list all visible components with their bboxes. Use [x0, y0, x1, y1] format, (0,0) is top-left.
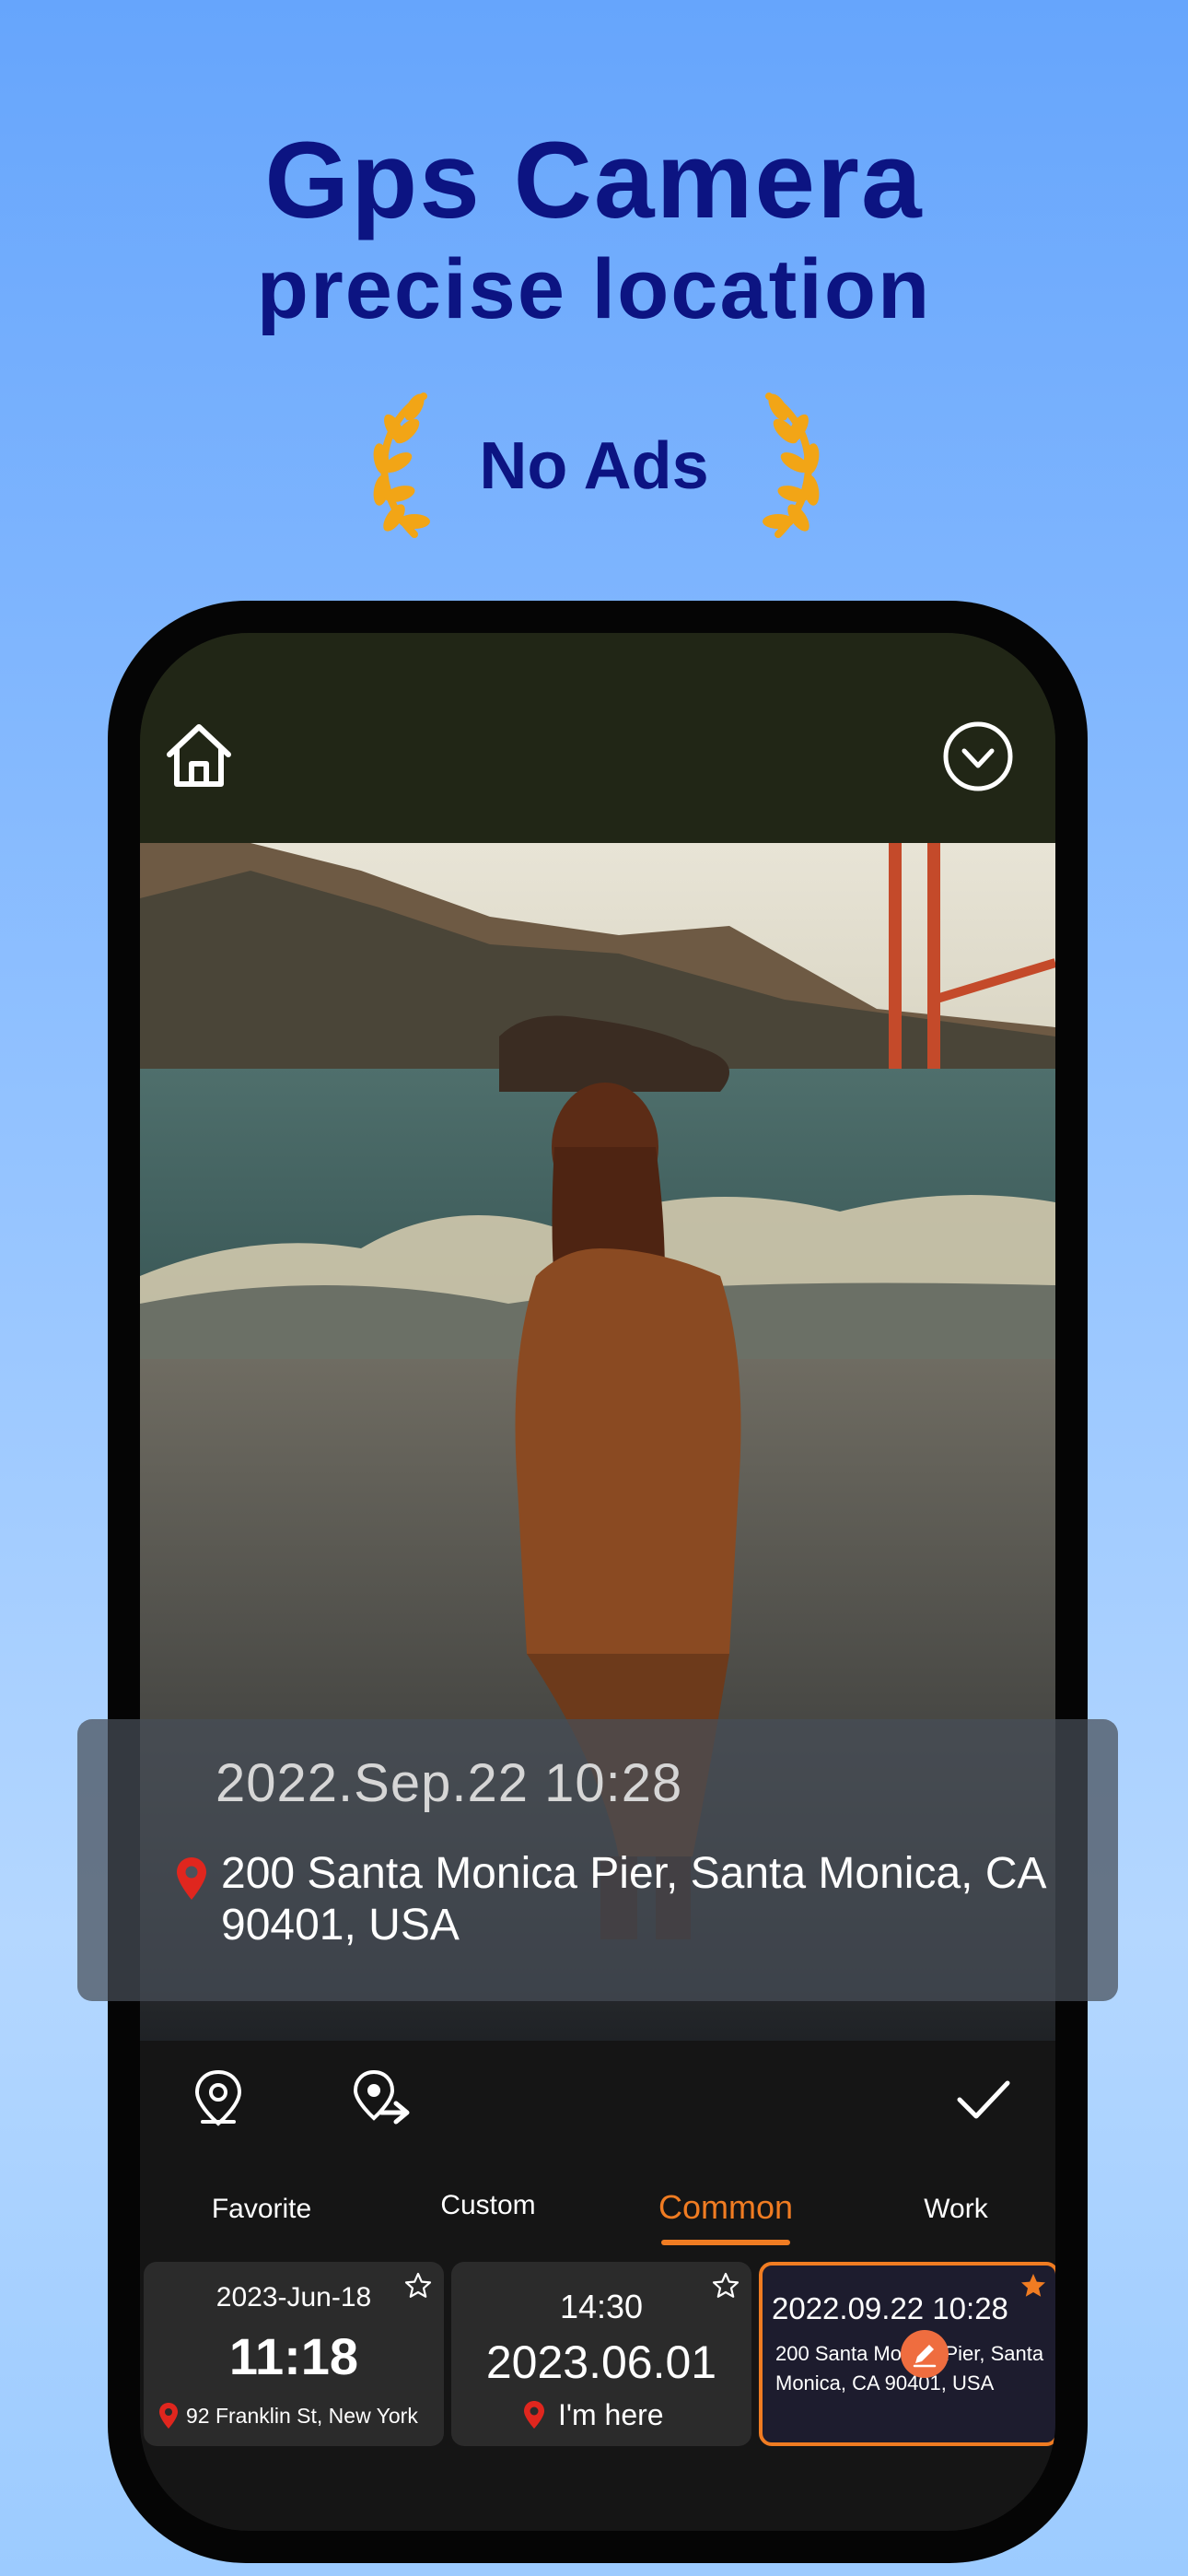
location-pin-icon: [177, 1857, 206, 1900]
location-pin-icon: [524, 2401, 544, 2429]
star-filled-icon[interactable]: [1019, 2271, 1048, 2301]
pencil-icon: [913, 2345, 937, 2368]
card-date-time: 2022.09.22 10:28: [772, 2291, 1008, 2325]
card-time: 14:30: [559, 2288, 644, 2325]
laurel-icon: [763, 392, 820, 538]
top-bar: [140, 633, 1055, 843]
location-share-icon[interactable]: [350, 2067, 414, 2131]
active-tab-indicator: [661, 2240, 790, 2245]
no-ads-badge: No Ads: [0, 387, 1188, 544]
template-tabs: Favorite Custom Common Work: [140, 2188, 1055, 2264]
tab-custom[interactable]: Custom: [405, 2190, 571, 2221]
card-location: I'm here: [558, 2398, 664, 2431]
template-card-selected[interactable]: 2022.09.22 10:28 200 Santa Monica Pier, …: [759, 2262, 1055, 2446]
star-icon[interactable]: [711, 2271, 740, 2301]
card-address: 92 Franklin St, New York: [186, 2404, 418, 2428]
edit-button[interactable]: [901, 2330, 949, 2378]
location-pin-icon: [159, 2403, 178, 2429]
stamp-address: 200 Santa Monica Pier, Santa Monica, CA …: [221, 1849, 1044, 1950]
location-pin-icon[interactable]: [186, 2067, 250, 2131]
card-date: 2023.06.01: [485, 2336, 717, 2388]
star-icon[interactable]: [403, 2271, 433, 2301]
tab-work[interactable]: Work: [873, 2194, 1039, 2225]
card-time: 11:18: [228, 2327, 359, 2385]
promo-headline: Gps Camera: [264, 120, 924, 241]
location-stamp-overlay: 2022.Sep.22 10:28 200 Santa Monica Pier,…: [77, 1719, 1118, 2001]
phone-frame: Favorite Custom Common Work 2023-Jun-18 …: [108, 601, 1088, 2563]
template-card[interactable]: 2023-Jun-18 11:18 92 Franklin St, New Yo…: [144, 2262, 444, 2446]
app-screen: Favorite Custom Common Work 2023-Jun-18 …: [140, 633, 1055, 2531]
toolbar: [140, 2067, 1055, 2159]
card-date: 2023-Jun-18: [215, 2282, 372, 2313]
home-icon[interactable]: [162, 718, 236, 791]
tab-common[interactable]: Common: [643, 2188, 809, 2227]
stamp-date-time: 2022.Sep.22 10:28: [215, 1753, 683, 1813]
tab-favorite[interactable]: Favorite: [179, 2194, 344, 2225]
no-ads-label: No Ads: [479, 429, 709, 503]
checkmark-icon[interactable]: [950, 2067, 1015, 2131]
template-card[interactable]: 14:30 2023.06.01 I'm here: [451, 2262, 751, 2446]
check-circle-icon[interactable]: [941, 720, 1015, 793]
promo-subheadline: precise location: [256, 242, 932, 336]
